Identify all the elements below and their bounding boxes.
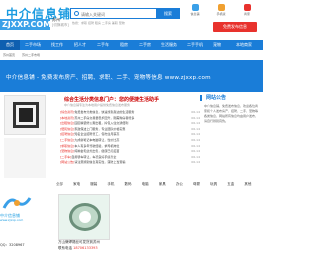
- news-subtitle: 中介信息铺专注为本地用户提供免费信息发布服务: [64, 103, 131, 107]
- banner[interactable]: 中介信息铺 - 免费发布房产、招聘、求职、二手、宠物等信息 www.zjxxp.…: [0, 60, 263, 92]
- publish-button[interactable]: 免费发布信息: [213, 22, 257, 32]
- feature-image[interactable]: [4, 95, 46, 135]
- news-panel: 综合生活分类信息门户：您的便捷生活助手 中介信息铺专注为本地用户提供免费信息发布…: [52, 94, 200, 174]
- banner-text: 中介信息铺 - 免费发布房产、招聘、求职、二手、宠物等信息 www.zjxxp.…: [6, 75, 211, 81]
- news-tag: [出租信息]: [60, 121, 75, 126]
- main-nav: 首页 二手市场 找工作 招人才 二手车 租房 二手房 生活服务 二手手机 宠物 …: [0, 40, 263, 50]
- news-date: 06-14: [191, 160, 200, 165]
- news-text: 本人有多年驾驶经验，求司机岗位: [74, 143, 120, 148]
- top-icon-label: 信息铺: [190, 12, 200, 16]
- news-tag: [招聘信息]: [60, 132, 75, 137]
- shop-icon: [243, 4, 251, 11]
- site-logo[interactable]: 中介信息铺 ZJXXP.COM: [0, 2, 70, 32]
- logo-mark-icon: [2, 197, 32, 209]
- breadcrumb-item[interactable]: 苏州首页: [3, 53, 15, 57]
- breadcrumb: 苏州首页 苏州二手市场: [3, 53, 46, 57]
- image-glyph: [19, 108, 33, 122]
- category-item[interactable]: 玩具: [210, 182, 217, 187]
- nav-item[interactable]: 租房: [115, 40, 133, 50]
- top-icon-phone[interactable]: 手机版: [209, 4, 233, 18]
- hot-searches[interactable]: 热搜：求职 招聘 租房 二手房 兼职 宠物: [72, 21, 125, 25]
- category-item[interactable]: 五金: [227, 182, 234, 187]
- search-input[interactable]: [81, 11, 155, 17]
- nav-item[interactable]: 二手车: [92, 40, 114, 50]
- home-icon: [191, 4, 199, 11]
- news-tag: [本地资讯]: [60, 115, 75, 120]
- notice-bar: [200, 95, 202, 101]
- search-icon: [74, 11, 79, 16]
- top-icons: 信息铺 手机版 商家: [183, 4, 259, 18]
- nav-item[interactable]: 本地商家: [226, 40, 262, 50]
- news-tag: [二手信息]: [60, 137, 75, 142]
- nav-item[interactable]: 找工作: [46, 40, 68, 50]
- coil-center: [79, 211, 91, 223]
- nav-item[interactable]: 二手市场: [21, 40, 45, 50]
- news-tag: [综合资讯]: [60, 110, 75, 114]
- notice-body: 中介信息铺，免费发布信息，欢迎各位商家和个人发布房产、招聘、二手、宠物等各类信息…: [204, 104, 259, 123]
- news-text: 免费发布分类信息，快速找到身边的生活服务: [74, 110, 135, 114]
- news-item[interactable]: [网站公告]请注意辨别信息真实性，谨防上当受骗 06-14: [60, 160, 200, 166]
- news-text: 园区精装修公寓出租，拎包入住交通便利: [74, 121, 129, 126]
- top-icon-label: 手机版: [216, 12, 226, 16]
- news-tag: [求职信息]: [60, 143, 75, 148]
- news-tag: [网站公告]: [60, 160, 75, 165]
- header: 中介信息铺 ZJXXP.COM 苏州 [切换城市] 搜索 热搜：求职 招聘 租房…: [0, 0, 263, 37]
- tel-number: 18706133393: [73, 246, 98, 250]
- product-caption[interactable]: 万山牌焊锡丝可发货到苏州: [58, 240, 100, 245]
- notice-panel: 网站公告 中介信息铺，免费发布信息，欢迎各位商家和个人发布房产、招聘、二手、宠物…: [200, 94, 260, 144]
- search-box: 搜索: [70, 8, 180, 19]
- news-tag: [便民信息]: [60, 126, 75, 131]
- footer-logo-url: www.zjxxp.com: [0, 218, 24, 222]
- tel-label: 联系电话: [58, 246, 72, 250]
- news-text: 九成新笔记本电脑转让，性价比高: [74, 137, 120, 142]
- category-item[interactable]: 服装: [90, 182, 97, 187]
- contact-qq: QQ：3208967: [0, 243, 25, 247]
- nav-item[interactable]: 二手房: [134, 40, 156, 50]
- nav-item-home[interactable]: 首页: [0, 40, 20, 50]
- news-tag: [二手车]: [60, 154, 72, 159]
- product-image[interactable]: [58, 194, 110, 240]
- logo-english-text: ZJXXP.COM: [0, 19, 50, 30]
- notice-header: 网站公告: [200, 94, 260, 102]
- news-text: 纯种金毛幼犬出售，健康已打疫苗: [74, 149, 120, 154]
- category-item[interactable]: 办公: [176, 182, 183, 187]
- category-item[interactable]: 家电: [73, 182, 80, 187]
- category-item[interactable]: 家具: [159, 182, 166, 187]
- news-text: 家政保洁上门服务，专业团队价格实惠: [74, 126, 126, 131]
- news-list: [综合资讯]免费发布分类信息，快速找到身边的生活服务 06-14 [本地资讯]苏州…: [60, 110, 200, 166]
- search-button[interactable]: 搜索: [156, 8, 180, 19]
- category-item[interactable]: 母婴: [193, 182, 200, 187]
- nav-item[interactable]: 生活服务: [157, 40, 181, 50]
- news-tag: [宠物信息]: [60, 149, 75, 154]
- breadcrumb-item[interactable]: 苏州二手市场: [22, 53, 40, 57]
- category-filter: 全部 家电 服装 手机 数码 电脑 家具 办公 母婴 玩具 五金 其他: [56, 182, 262, 190]
- news-headline[interactable]: 综合生活分类信息门户：您的便捷生活助手: [64, 96, 159, 103]
- top-icon-shop[interactable]: 商家: [235, 4, 259, 18]
- news-text: 知名企业招聘普工，包吃住月薪高: [74, 132, 120, 137]
- category-item[interactable]: 手机: [107, 182, 114, 187]
- nav-item[interactable]: 二手手机: [182, 40, 208, 50]
- notice-title: 网站公告: [206, 95, 227, 101]
- news-text: 自用轿车转让，车况良好手续齐全: [71, 154, 117, 159]
- category-item[interactable]: 数码: [125, 182, 132, 187]
- category-item[interactable]: 全部: [56, 182, 63, 187]
- nav-item[interactable]: 招人才: [69, 40, 91, 50]
- product-tel: 联系电话 18706133393: [58, 246, 98, 251]
- top-icon-home[interactable]: 信息铺: [183, 4, 207, 18]
- news-text: 苏州二手房交易量稳步回升，刚需购房者增多: [74, 115, 135, 120]
- nav-item[interactable]: 宠物: [209, 40, 225, 50]
- news-text: 请注意辨别信息真实性，谨防上当受骗: [74, 160, 126, 165]
- side-panel: [4, 138, 46, 178]
- top-icon-label: 商家: [243, 12, 250, 16]
- phone-icon: [217, 4, 225, 11]
- footer-logo[interactable]: 中介信息铺 www.zjxxp.com: [0, 188, 52, 238]
- category-item[interactable]: 电脑: [142, 182, 149, 187]
- category-item[interactable]: 其他: [244, 182, 251, 187]
- city-switch-link[interactable]: [切换城市]: [52, 23, 69, 28]
